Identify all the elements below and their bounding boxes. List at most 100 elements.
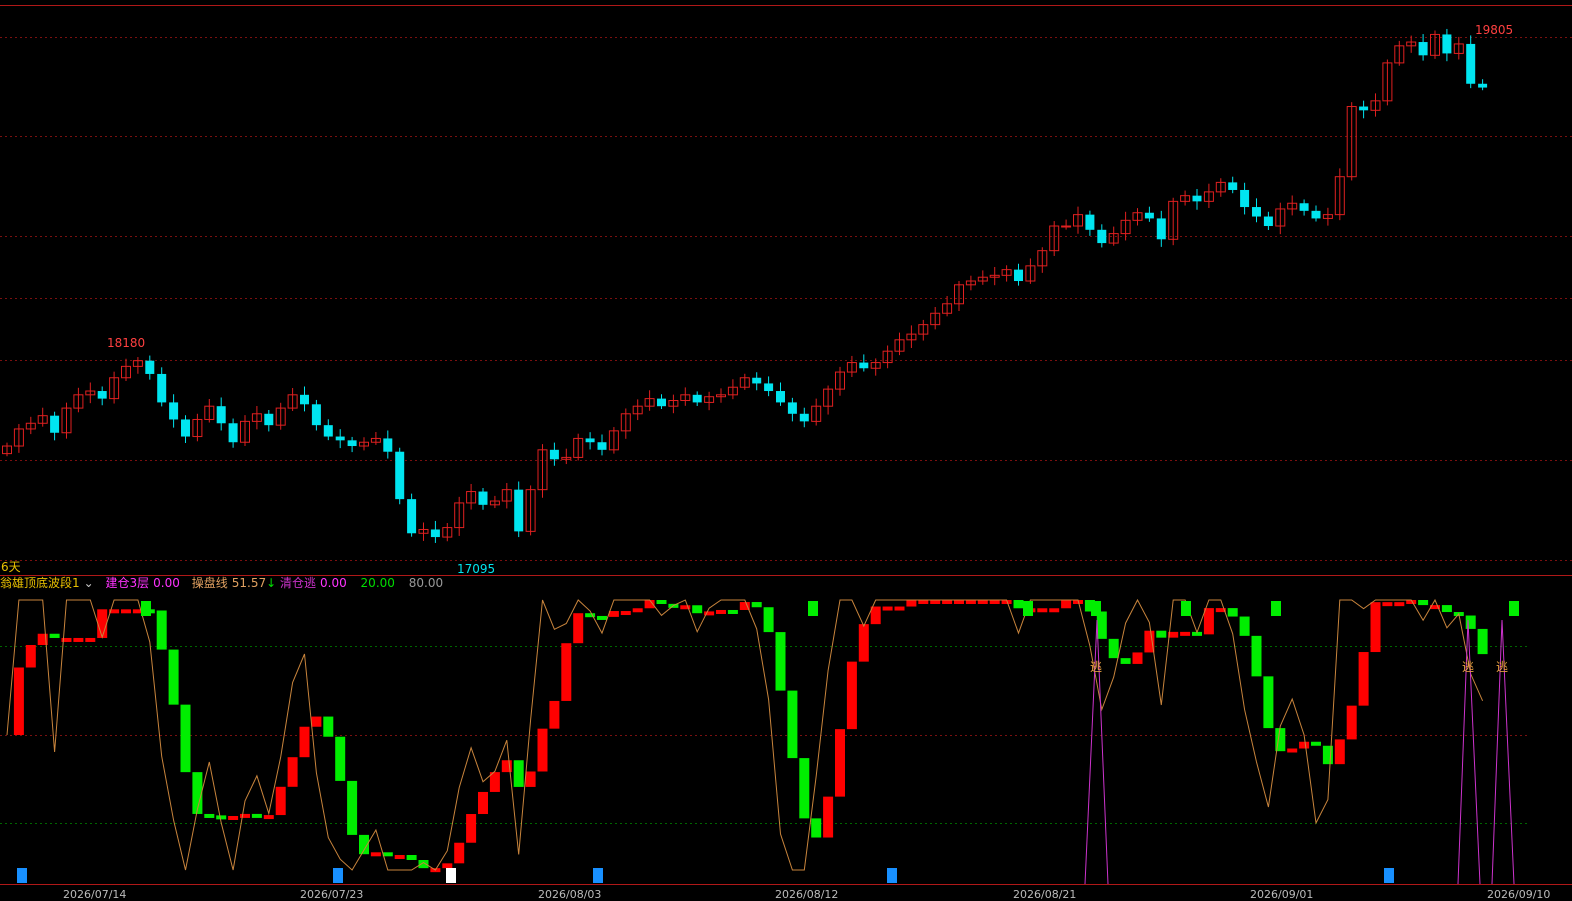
top-signal-marker-3 [1091, 601, 1101, 616]
indicator-bar-64 [763, 607, 774, 633]
indicator-bar-110 [1311, 741, 1321, 746]
candle-body-27 [323, 425, 333, 437]
indicator-bar-103 [1227, 608, 1238, 617]
indicator-bar-53 [632, 608, 643, 613]
indicator-bar-2 [25, 645, 36, 668]
indicator-bar-83 [989, 600, 1000, 604]
indicator-bar-93 [1108, 638, 1119, 659]
indicator-bar-14 [168, 649, 179, 705]
indicator-bar-79 [942, 600, 953, 604]
indicator-bar-25 [299, 726, 310, 758]
indicator-bar-47 [561, 643, 572, 701]
candle-body-97 [1156, 218, 1166, 240]
date-label-2: 2026/08/03 [538, 888, 602, 901]
clear-value: 0.00 [320, 576, 347, 590]
indicator-bar-69 [823, 796, 834, 838]
candle-body-85 [1014, 269, 1023, 282]
indicator-bar-81 [965, 600, 976, 604]
indicator-bar-23 [275, 786, 286, 816]
candle-body-18 [216, 406, 226, 424]
candle-body-110 [1311, 210, 1321, 219]
indicator-bar-1 [13, 667, 24, 735]
date-label-1: 2026/07/23 [300, 888, 364, 901]
kline-chart[interactable] [0, 0, 1572, 899]
chevron-down-icon[interactable]: ⌄ [84, 576, 94, 590]
indicator-bar-63 [751, 602, 762, 608]
candle-body-72 [859, 362, 869, 369]
candle-body-4 [50, 415, 60, 433]
bottom-signal-marker-2 [446, 868, 456, 883]
top-signal-marker-1 [808, 601, 818, 616]
indicator-bar-119 [1418, 600, 1429, 606]
indicator-bar-108 [1287, 748, 1298, 753]
bottom-signal-marker-5 [1384, 868, 1394, 883]
indicator-bar-72 [858, 624, 869, 662]
indicator-bar-117 [1394, 602, 1405, 607]
indicator-bar-76 [906, 600, 917, 607]
indicator-bar-24 [287, 757, 298, 787]
top-signal-marker-4 [1181, 601, 1191, 616]
bottom-signal-marker-4 [887, 868, 897, 883]
indicator-bar-40 [478, 791, 488, 815]
indicator-bar-124 [1477, 628, 1488, 655]
indicator-bar-10 [121, 609, 131, 614]
date-label-4: 2026/08/21 [1013, 888, 1077, 901]
indicator-bar-32 [382, 852, 393, 857]
top-signal-marker-0 [141, 601, 151, 616]
candle-body-66 [787, 402, 797, 414]
indicator-bar-121 [1441, 605, 1452, 613]
indicator-bar-44 [525, 771, 536, 787]
indicator-bar-68 [811, 818, 822, 838]
escape-label-1: 逃 [1090, 660, 1103, 674]
indicator-bar-74 [882, 606, 893, 611]
indicator-header: 翁雄顶底波段1 ⌄ 建仓3层 0.00 操盘线 51.57↓ 清仓逃 0.00 20.0… [0, 576, 447, 591]
candle-body-13 [157, 373, 167, 403]
candle-body-28 [335, 436, 345, 441]
indicator-bar-46 [549, 700, 560, 729]
indicator-bar-50 [597, 615, 607, 620]
indicator-bar-66 [787, 690, 798, 759]
indicator-bar-94 [1120, 658, 1131, 664]
indicator-bar-61 [727, 609, 738, 614]
candle-body-36 [430, 529, 440, 538]
indicator-bar-73 [870, 606, 881, 625]
candle-body-96 [1144, 212, 1154, 219]
candle-body-58 [692, 394, 702, 403]
indicator-bar-82 [977, 600, 988, 604]
candle-body-29 [347, 440, 357, 447]
candle-body-34 [407, 499, 417, 534]
candle-body-91 [1085, 214, 1095, 230]
candle-body-123 [1466, 43, 1476, 84]
indicator-bar-20 [240, 813, 250, 818]
candle-body-50 [597, 442, 607, 450]
indicator-bar-22 [263, 815, 274, 820]
candle-body-12 [145, 360, 155, 374]
indicator-bar-113 [1346, 705, 1357, 740]
bottom-signal-marker-3 [593, 868, 603, 883]
indicator-bar-89 [1061, 600, 1072, 609]
indicator-series [6, 598, 1515, 885]
indicator-bar-106 [1263, 676, 1274, 729]
indicator-bar-55 [656, 600, 667, 604]
indicator-bar-99 [1180, 631, 1191, 636]
candle-body-64 [764, 383, 774, 392]
op-line-label: 操盘线 [191, 576, 228, 590]
indicator-bar-70 [835, 729, 845, 797]
indicator-bar-15 [180, 704, 191, 773]
op-line-arrow: ↓ [266, 576, 277, 590]
date-label-0: 2026/07/14 [63, 888, 127, 901]
candle-body-22 [264, 413, 274, 426]
candle-body-49 [585, 438, 595, 443]
indicator-bar-31 [370, 852, 381, 857]
indicator-bar-67 [799, 758, 810, 819]
candle-body-124 [1478, 83, 1488, 88]
candle-body-14 [169, 402, 179, 420]
date-label-5: 2026/09/01 [1250, 888, 1314, 901]
candle-body-33 [395, 451, 405, 500]
indicator-name[interactable]: 翁雄顶底波段1 ⌄ [0, 576, 98, 590]
clear-label: 清仓逃 [279, 576, 316, 590]
indicator-bar-77 [918, 600, 929, 604]
escape-label-3: 逃 [1496, 660, 1509, 674]
level-low-value: 20.00 [360, 576, 395, 590]
level-high-value: 80.00 [408, 576, 444, 590]
